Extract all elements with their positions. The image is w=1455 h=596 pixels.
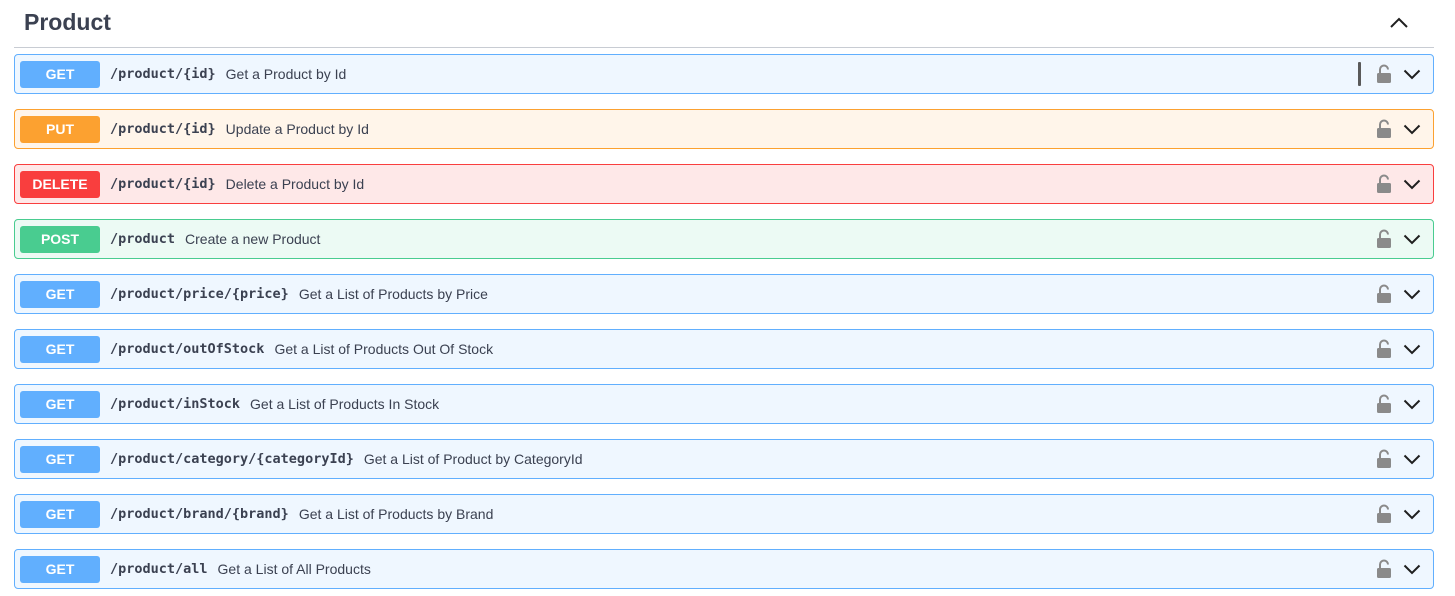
operation-row-get[interactable]: GET/product/all Get a List of All Product… [14, 549, 1434, 589]
product-section: Product GET/product/{id} Get a Product by… [0, 0, 1455, 596]
operation-row-get[interactable]: GET/product/inStock Get a List of Product… [14, 384, 1434, 424]
unlocked-lock-icon [1377, 394, 1391, 413]
authorize-button[interactable] [1375, 173, 1393, 195]
chevron-up-icon [1390, 17, 1408, 28]
operation-tools [1375, 330, 1423, 368]
expand-operation-button[interactable] [1401, 448, 1423, 470]
chevron-down-icon [1403, 289, 1421, 299]
operation-row-put[interactable]: PUT/product/{id} Update a Product by Id [14, 109, 1434, 149]
expand-operation-button[interactable] [1401, 393, 1423, 415]
operation-summary: Get a List of Products by Price [298, 286, 488, 302]
operation-row-delete[interactable]: DELETE/product/{id} Delete a Product by I… [14, 164, 1434, 204]
method-badge: GET [20, 555, 100, 583]
expand-operation-button[interactable] [1401, 503, 1423, 525]
expand-operation-button[interactable] [1401, 338, 1423, 360]
chevron-down-icon [1403, 234, 1421, 244]
operation-tools [1375, 385, 1423, 423]
operation-tools [1375, 220, 1423, 258]
operation-tools [1375, 550, 1423, 588]
method-badge: GET [20, 500, 100, 528]
chevron-down-icon [1403, 124, 1421, 134]
operation-path: /product [110, 231, 176, 247]
operation-path: /product/brand/{brand} [110, 506, 289, 522]
method-badge: GET [20, 445, 100, 473]
unlocked-lock-icon [1377, 229, 1391, 248]
expand-operation-button[interactable] [1401, 283, 1423, 305]
operation-summary: Get a List of Products In Stock [250, 396, 440, 412]
operation-summary: Get a List of Products Out Of Stock [274, 341, 494, 357]
chevron-down-icon [1403, 454, 1421, 464]
authorize-button[interactable] [1375, 228, 1393, 250]
authorize-button[interactable] [1375, 448, 1393, 470]
method-badge: DELETE [20, 170, 100, 198]
chevron-down-icon [1403, 179, 1421, 189]
operation-summary: Get a List of All Products [217, 561, 371, 577]
operation-row-get[interactable]: GET/product/{id} Get a Product by Id [14, 54, 1434, 94]
operation-summary: Get a Product by Id [225, 66, 347, 82]
unlocked-lock-icon [1377, 174, 1391, 193]
expand-operation-button[interactable] [1401, 173, 1423, 195]
operation-summary: Update a Product by Id [225, 121, 369, 137]
authorize-button[interactable] [1375, 503, 1393, 525]
operation-row-get[interactable]: GET/product/price/{price} Get a List of P… [14, 274, 1434, 314]
authorize-button[interactable] [1375, 63, 1393, 85]
authorize-button[interactable] [1375, 338, 1393, 360]
chevron-down-icon [1403, 69, 1421, 79]
authorize-button[interactable] [1375, 393, 1393, 415]
operation-summary: Create a new Product [185, 231, 321, 247]
expand-operation-button[interactable] [1401, 228, 1423, 250]
unlocked-lock-icon [1377, 119, 1391, 138]
expand-operation-button[interactable] [1401, 63, 1423, 85]
operation-path: /product/inStock [110, 396, 241, 412]
operation-path: /product/price/{price} [110, 286, 289, 302]
method-badge: GET [20, 390, 100, 418]
unlocked-lock-icon [1377, 339, 1391, 358]
operation-path: /product/all [110, 561, 208, 577]
operation-tools [1375, 495, 1423, 533]
operation-row-get[interactable]: GET/product/outOfStock Get a List of Prod… [14, 329, 1434, 369]
section-header[interactable]: Product [14, 0, 1434, 48]
authorize-button[interactable] [1375, 118, 1393, 140]
copy-divider [1358, 62, 1361, 86]
authorize-button[interactable] [1375, 283, 1393, 305]
operation-tools [1375, 275, 1423, 313]
operation-summary: Get a List of Products by Brand [298, 506, 494, 522]
expand-operation-button[interactable] [1401, 558, 1423, 580]
method-badge: GET [20, 335, 100, 363]
chevron-down-icon [1403, 399, 1421, 409]
method-badge: PUT [20, 115, 100, 143]
unlocked-lock-icon [1377, 504, 1391, 523]
operation-summary: Get a List of Product by CategoryId [363, 451, 583, 467]
operation-summary: Delete a Product by Id [225, 176, 365, 192]
operation-tools [1375, 165, 1423, 203]
chevron-down-icon [1403, 564, 1421, 574]
operation-path: /product/{id} [110, 121, 216, 137]
unlocked-lock-icon [1377, 64, 1391, 83]
operation-path: /product/{id} [110, 176, 216, 192]
operation-tools [1358, 55, 1423, 93]
expand-operation-button[interactable] [1401, 118, 1423, 140]
chevron-down-icon [1403, 344, 1421, 354]
operation-path: /product/outOfStock [110, 341, 265, 357]
chevron-down-icon [1403, 509, 1421, 519]
operation-tools [1375, 440, 1423, 478]
unlocked-lock-icon [1377, 284, 1391, 303]
unlocked-lock-icon [1377, 449, 1391, 468]
operation-path: /product/{id} [110, 66, 216, 82]
method-badge: GET [20, 280, 100, 308]
method-badge: GET [20, 60, 100, 88]
operation-row-get[interactable]: GET/product/brand/{brand} Get a List of P… [14, 494, 1434, 534]
operation-row-get[interactable]: GET/product/category/{categoryId} Get a L… [14, 439, 1434, 479]
operations-list: GET/product/{id} Get a Product by Id PUT/p… [14, 54, 1434, 596]
operation-row-post[interactable]: POST/product Create a new Product [14, 219, 1434, 259]
operation-tools [1375, 110, 1423, 148]
operation-path: /product/category/{categoryId} [110, 451, 354, 467]
section-title: Product [24, 9, 111, 35]
method-badge: POST [20, 225, 100, 253]
unlocked-lock-icon [1377, 559, 1391, 578]
authorize-button[interactable] [1375, 558, 1393, 580]
collapse-section-button[interactable] [1384, 10, 1414, 36]
